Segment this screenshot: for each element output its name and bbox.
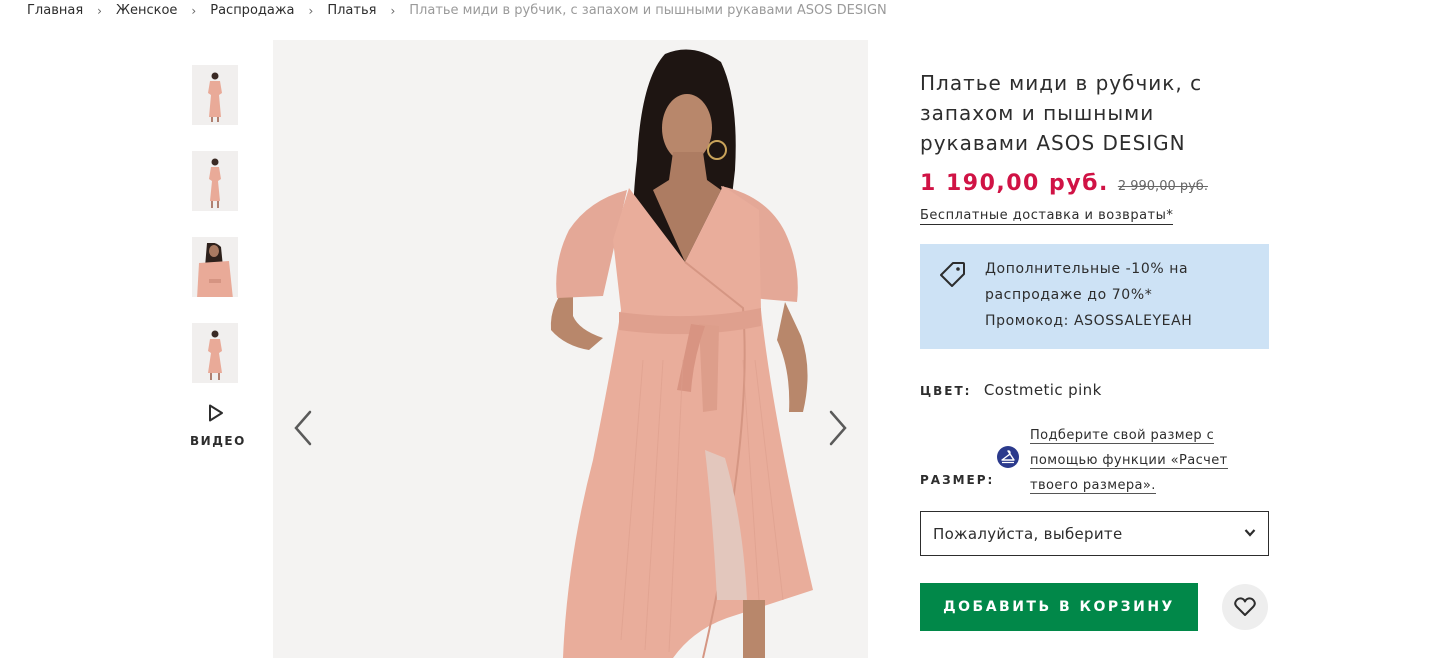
breadcrumb-separator: › <box>97 3 102 18</box>
free-delivery-link[interactable]: Бесплатные доставка и возвраты* <box>920 208 1174 225</box>
previous-image-button[interactable] <box>290 408 318 448</box>
save-for-later-button[interactable] <box>1222 584 1268 630</box>
fit-assistant-icon <box>997 446 1019 468</box>
size-select[interactable]: Пожалуйста, выберите <box>920 511 1269 556</box>
breadcrumb-dresses[interactable]: Платья <box>327 3 376 18</box>
fit-assistant-link[interactable]: Подберите свой размер с помощью функции … <box>1030 423 1275 498</box>
next-image-button[interactable] <box>823 408 851 448</box>
color-label: ЦВЕТ: <box>920 384 972 398</box>
model-photo <box>273 40 868 658</box>
play-icon <box>209 404 223 422</box>
previous-price: 2 990,00 руб. <box>1117 179 1208 194</box>
breadcrumb-current: Платье миди в рубчик, с запахом и пышным… <box>409 3 887 18</box>
product-details: Платье миди в рубчик, с запахом и пышным… <box>920 68 1270 631</box>
breadcrumb-separator: › <box>191 3 197 18</box>
add-to-bag-button[interactable]: ДОБАВИТЬ В КОРЗИНУ <box>920 583 1198 631</box>
breadcrumb-sale[interactable]: Распродажа <box>210 3 294 18</box>
main-product-image <box>273 40 868 658</box>
thumbnail-4[interactable] <box>192 323 238 383</box>
thumbnail-3[interactable] <box>192 237 238 297</box>
fit-assistant-text: Подберите свой размер с помощью функции … <box>1030 428 1228 494</box>
chevron-down-icon <box>1244 529 1256 537</box>
product-title: Платье миди в рубчик, с запахом и пышным… <box>920 71 1203 155</box>
breadcrumb: Главная › Женское › Распродажа › Платья … <box>27 3 887 18</box>
color-row: ЦВЕТ: Costmetic pink <box>920 381 1270 399</box>
thumbnail-1[interactable] <box>192 65 238 125</box>
size-row: РАЗМЕР: Подберите свой размер с помощью … <box>920 423 1270 494</box>
breadcrumb-separator: › <box>308 3 314 18</box>
promo-line: Дополнительные -10% на <box>985 261 1189 277</box>
breadcrumb-women[interactable]: Женское <box>116 3 177 18</box>
color-value: Costmetic pink <box>983 381 1102 399</box>
promo-code: Промокод: ASOSSALEYEAH <box>985 313 1193 329</box>
video-button[interactable]: ВИДЕО <box>190 404 246 448</box>
size-select-value: Пожалуйста, выберите <box>933 525 1123 543</box>
video-label: ВИДЕО <box>190 434 246 448</box>
purchase-actions: ДОБАВИТЬ В КОРЗИНУ <box>920 583 1270 631</box>
heart-icon <box>1234 597 1256 616</box>
price-row: 1 190,00 руб. 2 990,00 руб. <box>920 171 1270 196</box>
current-price: 1 190,00 руб. <box>920 171 1109 196</box>
thumbnail-2[interactable] <box>192 151 238 211</box>
breadcrumb-home[interactable]: Главная <box>27 3 83 18</box>
promo-banner: Дополнительные -10% на распродаже до 70%… <box>920 244 1269 349</box>
breadcrumb-separator: › <box>390 3 396 18</box>
size-label: РАЗМЕР: <box>920 473 995 487</box>
promo-text: Дополнительные -10% на распродаже до 70%… <box>985 256 1192 334</box>
promo-line: распродаже до 70%* <box>985 287 1153 303</box>
thumbnail-list <box>192 65 240 409</box>
price-tag-icon <box>940 262 965 287</box>
